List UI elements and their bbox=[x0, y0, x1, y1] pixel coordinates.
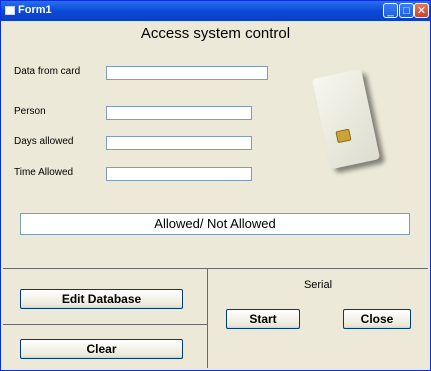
maximize-button[interactable]: □ bbox=[399, 3, 414, 18]
form-client-area: Access system control Data from card Per… bbox=[3, 21, 428, 368]
serial-label: Serial bbox=[303, 279, 333, 291]
app-icon bbox=[5, 6, 15, 15]
edit-database-button[interactable]: Edit Database bbox=[20, 289, 183, 309]
close-button[interactable]: Close bbox=[343, 309, 411, 329]
time-allowed-label: Time Allowed bbox=[14, 167, 74, 178]
person-label: Person bbox=[14, 106, 46, 117]
divider-horizontal-left bbox=[3, 324, 207, 325]
clear-button[interactable]: Clear bbox=[20, 339, 183, 359]
time-allowed-field[interactable] bbox=[106, 167, 252, 181]
access-status-display: Allowed/ Not Allowed bbox=[20, 213, 410, 235]
page-title: Access system control bbox=[140, 25, 291, 42]
close-window-button[interactable]: ✕ bbox=[414, 3, 429, 18]
card-chip bbox=[335, 128, 352, 144]
divider-horizontal-top bbox=[3, 268, 428, 269]
title-bar[interactable]: Form1 _ □ ✕ bbox=[1, 1, 430, 21]
card-data-label: Data from card bbox=[14, 66, 81, 77]
days-allowed-field[interactable] bbox=[106, 136, 252, 150]
start-button[interactable]: Start bbox=[226, 309, 300, 329]
days-allowed-label: Days allowed bbox=[14, 136, 74, 147]
window-title: Form1 bbox=[18, 4, 52, 16]
smart-card-image bbox=[311, 68, 381, 170]
card-data-field[interactable] bbox=[106, 66, 268, 80]
minimize-button[interactable]: _ bbox=[383, 3, 398, 18]
main-window: Form1 _ □ ✕ Access system control Data f… bbox=[0, 0, 431, 371]
person-field[interactable] bbox=[106, 106, 252, 120]
